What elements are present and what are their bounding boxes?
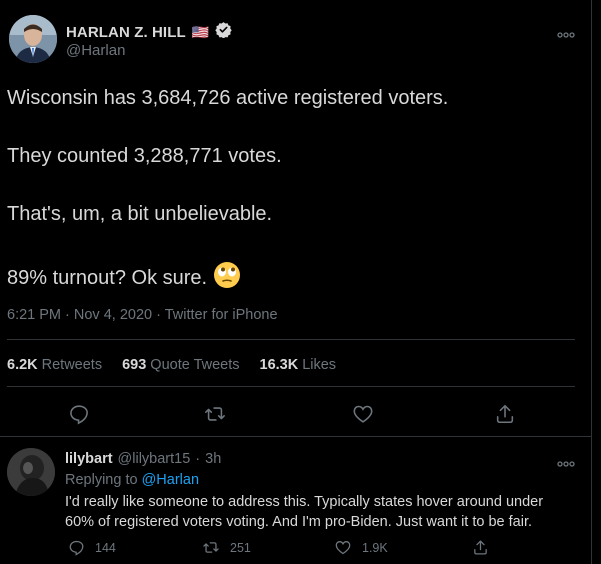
author-name-row: HARLAN Z. HILL 🇺🇸 [66,21,232,43]
meta-separator: · [65,307,74,323]
reply-retweet-button[interactable]: 251 [202,539,251,556]
reply-icon [69,540,84,556]
divider [0,436,591,437]
share-button[interactable] [494,403,516,425]
reply-author-avatar[interactable] [7,448,55,496]
replying-to-label: Replying to [65,472,138,488]
reply-button[interactable] [68,403,90,425]
likes-label: Likes [302,357,337,373]
author-avatar[interactable] [9,15,57,63]
reply-more-options-icon[interactable] [557,455,575,473]
reply-retweets-count: 251 [230,540,251,555]
author-handle[interactable]: @Harlan [66,42,125,59]
quote-tweets-stat[interactable]: 693 Quote Tweets [122,357,239,373]
replying-to: Replying to @Harlan [65,472,199,488]
share-icon [474,540,487,555]
reply-text: I'd really like someone to address this.… [65,494,544,530]
verified-badge-icon [215,21,232,43]
author-display-name[interactable]: HARLAN Z. HILL [66,24,186,41]
tweet-line: 89% turnout? Ok sure. [7,266,208,289]
retweet-button[interactable] [204,403,226,425]
tweet-line: That's, um, a bit unbelievable. [7,203,273,225]
tweet-time[interactable]: 6:21 PM [7,307,61,323]
retweets-label: Retweets [41,357,103,373]
reply-author-handle[interactable]: @lilybart15 [118,451,191,467]
retweets-stat[interactable]: 6.2K Retweets [7,357,102,373]
reply-author-name[interactable]: lilybart [65,451,113,467]
meta-separator: · [156,307,165,323]
like-button[interactable] [352,403,374,425]
reply-time[interactable]: 3h [205,451,221,467]
heart-icon [335,541,351,555]
heart-icon [353,405,373,423]
reply-share-button[interactable] [472,539,489,556]
retweet-icon [203,542,219,553]
reply-separator: · [195,451,201,467]
likes-stat[interactable]: 16.3K Likes [260,357,337,373]
divider [7,386,575,387]
replying-to-link[interactable]: @Harlan [142,472,199,488]
us-flag-icon: 🇺🇸 [191,23,210,40]
share-icon [496,404,514,424]
reply-like-button[interactable]: 1.9K [334,539,388,556]
tweet-line: They counted 3,288,771 votes. [7,145,282,167]
eye-roll-emoji-icon [213,261,241,295]
reply-reply-button[interactable]: 144 [68,539,116,556]
tweet-meta: 6:21 PM · Nov 4, 2020 · Twitter for iPho… [7,307,278,323]
tweet-thread: HARLAN Z. HILL 🇺🇸 @Harlan Wisconsin has … [0,0,592,564]
retweet-icon [205,407,225,421]
quote-tweets-count: 693 [122,357,147,373]
divider [7,339,575,340]
reply-header: lilybart @lilybart15 · 3h [65,451,221,467]
quote-tweets-label: Quote Tweets [150,357,240,373]
tweet-date[interactable]: Nov 4, 2020 [74,307,152,323]
tweet-stats: 6.2K Retweets 693 Quote Tweets 16.3K Likes [7,357,336,373]
reply-likes-count: 1.9K [362,540,388,555]
reply-icon [70,405,88,425]
tweet-line: Wisconsin has 3,684,726 active registere… [7,87,449,109]
likes-count: 16.3K [259,357,299,373]
more-options-icon[interactable] [557,26,575,44]
reply-replies-count: 144 [95,540,116,555]
tweet-source[interactable]: Twitter for iPhone [165,307,278,323]
retweets-count: 6.2K [7,357,38,373]
tweet-line-with-emoji: 89% turnout? Ok sure. [7,261,241,295]
